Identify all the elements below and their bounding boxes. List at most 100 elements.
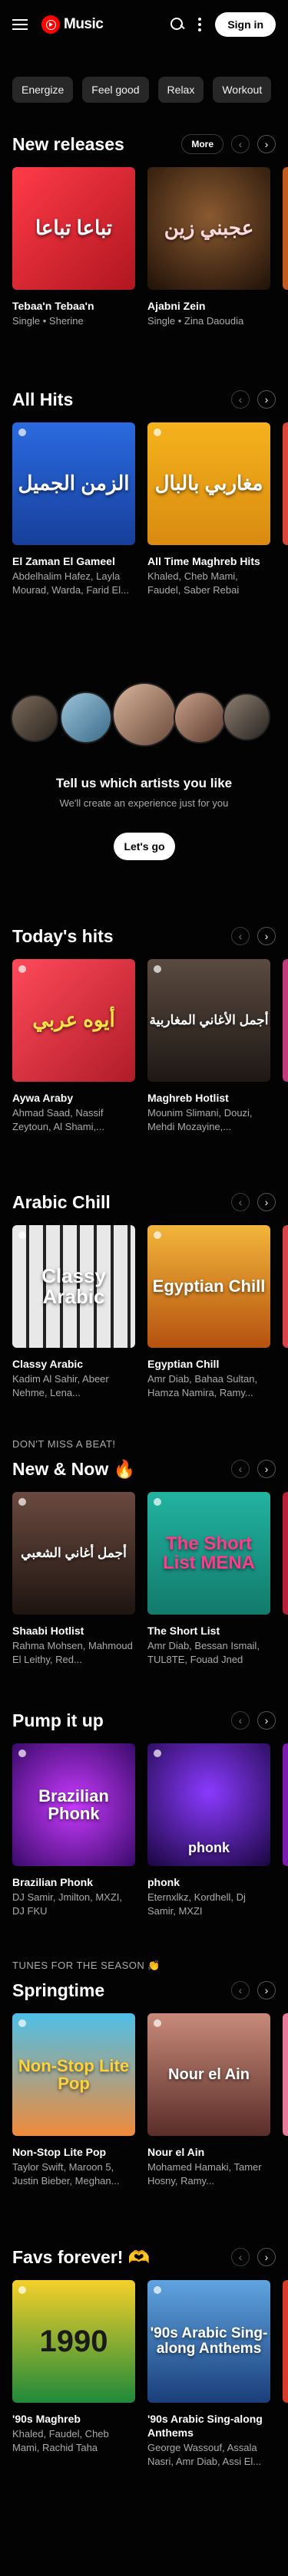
next-arrow-icon[interactable]: › (257, 927, 276, 945)
card-subtitle: Kadim Al Sahir, Abeer Nehme, Lena... (12, 1373, 109, 1398)
next-arrow-icon[interactable]: › (257, 1981, 276, 1999)
shelf-pump-it-up: Pump it up ‹ › Brazilian Phonk Brazilian… (0, 1708, 288, 1917)
prev-arrow-icon[interactable]: ‹ (231, 1193, 250, 1211)
next-arrow-icon[interactable]: › (257, 2248, 276, 2266)
badge-icon (18, 2286, 26, 2294)
artist-avatar[interactable] (174, 692, 226, 744)
badge-icon (154, 965, 161, 973)
playlist-art: أجمل الأغاني المغاربية (147, 959, 270, 1082)
card-title[interactable]: Aywa Araby (12, 1091, 135, 1105)
prev-arrow-icon[interactable]: ‹ (231, 135, 250, 153)
album-art: تباعا تباعا (12, 167, 135, 290)
card-subtitle: Amr Diab, Bessan Ismail, TUL8TE, Fouad J… (147, 1640, 260, 1665)
badge-icon (18, 1498, 26, 1506)
card-title[interactable]: Brazilian Phonk (12, 1875, 135, 1889)
playlist-card[interactable]: الزمن الجميل El Zaman El Gameel Abdelhal… (12, 422, 135, 596)
playlist-card[interactable]: Classy Arabic Classy Arabic Kadim Al Sah… (12, 1225, 135, 1399)
next-arrow-icon[interactable]: › (257, 135, 276, 153)
more-button[interactable]: More (181, 134, 223, 154)
next-card-peek (283, 959, 288, 1082)
card-subtitle: Mounim Slimani, Douzi, Mehdi Mozayine,..… (147, 1107, 253, 1132)
prev-arrow-icon[interactable]: ‹ (231, 1711, 250, 1730)
playlist-art: أيوه عربي (12, 959, 135, 1082)
card-title[interactable]: Ajabni Zein (147, 299, 270, 313)
card-title[interactable]: All Time Maghreb Hits (147, 554, 270, 568)
more-options-icon[interactable] (198, 18, 202, 31)
card-title[interactable]: El Zaman El Gameel (12, 554, 135, 568)
card-subtitle: Khaled, Faudel, Cheb Mami, Rachid Taha (12, 2428, 109, 2453)
card-subtitle: Rahma Mohsen, Mahmoud El Leithy, Red... (12, 1640, 133, 1665)
playlist-art: The Short List MENA (147, 1492, 270, 1615)
artist-avatars (0, 682, 288, 751)
playlist-art: 1990 (12, 2280, 135, 2403)
badge-icon (18, 1750, 26, 1757)
badge-icon (18, 2019, 26, 2027)
app-logo[interactable]: Music (41, 15, 104, 34)
prev-arrow-icon[interactable]: ‹ (231, 927, 250, 945)
next-arrow-icon[interactable]: › (257, 1460, 276, 1478)
card-subtitle: DJ Samir, Jmilton, MXZI, DJ FKU (12, 1891, 123, 1917)
chip-workout[interactable]: Workout (213, 77, 272, 103)
artist-avatar[interactable] (112, 682, 177, 747)
next-arrow-icon[interactable]: › (257, 1193, 276, 1211)
lets-go-button[interactable]: Let's go (114, 833, 175, 860)
shelf-title: New & Now 🔥 (12, 1458, 136, 1479)
prev-arrow-icon[interactable]: ‹ (231, 1981, 250, 1999)
playlist-card[interactable]: 1990 '90s Maghreb Khaled, Faudel, Cheb M… (12, 2280, 135, 2468)
playlist-card[interactable]: phonk phonk Eternxlkz, Kordhell, Dj Sami… (147, 1743, 270, 1917)
playlist-card[interactable]: أجمل الأغاني المغاربية Maghreb Hotlist M… (147, 959, 270, 1133)
prev-arrow-icon[interactable]: ‹ (231, 2248, 250, 2266)
playlist-card[interactable]: Non-Stop Lite Pop Non-Stop Lite Pop Tayl… (12, 2013, 135, 2187)
artist-avatar[interactable] (11, 695, 58, 742)
playlist-card[interactable]: Nour el Ain Nour el Ain Mohamed Hamaki, … (147, 2013, 270, 2187)
card-title[interactable]: Tebaa'n Tebaa'n (12, 299, 135, 313)
chip-energize[interactable]: Energize (12, 77, 74, 103)
badge-icon (154, 1231, 161, 1239)
next-arrow-icon[interactable]: › (257, 390, 276, 409)
card-subtitle: Mohamed Hamaki, Tamer Hosny, Ramy... (147, 2161, 262, 2187)
album-card[interactable]: عجبني زين Ajabni Zein Single • Zina Daou… (147, 167, 270, 328)
album-card[interactable]: تباعا تباعا Tebaa'n Tebaa'n Single • She… (12, 167, 135, 328)
playlist-card[interactable]: أيوه عربي Aywa Araby Ahmad Saad, Nassif … (12, 959, 135, 1133)
badge-icon (18, 1231, 26, 1239)
card-subtitle: Ahmad Saad, Nassif Zeytoun, Al Shami,... (12, 1107, 104, 1132)
prev-arrow-icon[interactable]: ‹ (231, 1460, 250, 1478)
shelf-title: Springtime (12, 1980, 105, 2000)
card-title[interactable]: Nour el Ain (147, 2145, 270, 2159)
card-title[interactable]: '90s Arabic Sing-along Anthems (147, 2412, 270, 2440)
next-card-peek (283, 422, 288, 545)
badge-icon (154, 1498, 161, 1506)
artist-prompt-title: Tell us which artists you like (55, 776, 233, 790)
playlist-card[interactable]: أجمل أغاني الشعبي Shaabi Hotlist Rahma M… (12, 1492, 135, 1666)
next-card-peek (283, 2280, 288, 2403)
next-card-peek (283, 167, 288, 290)
badge-icon (154, 2019, 161, 2027)
app-header: Music Sign in (0, 0, 288, 49)
artist-avatar[interactable] (60, 692, 112, 744)
card-title[interactable]: Non-Stop Lite Pop (12, 2145, 135, 2159)
sign-in-button[interactable]: Sign in (215, 12, 276, 37)
card-title[interactable]: phonk (147, 1875, 270, 1889)
card-title[interactable]: Shaabi Hotlist (12, 1624, 135, 1638)
search-icon[interactable] (170, 18, 184, 31)
playlist-card[interactable]: The Short List MENA The Short List Amr D… (147, 1492, 270, 1666)
card-title[interactable]: Maghreb Hotlist (147, 1091, 270, 1105)
shelf-title: Arabic Chill (12, 1191, 111, 1212)
chip-feel-good[interactable]: Feel good (82, 77, 149, 103)
card-title[interactable]: The Short List (147, 1624, 270, 1638)
playlist-card[interactable]: '90s Arabic Sing-along Anthems '90s Arab… (147, 2280, 270, 2468)
chip-relax[interactable]: Relax (157, 77, 204, 103)
playlist-card[interactable]: Brazilian Phonk Brazilian Phonk DJ Samir… (12, 1743, 135, 1917)
menu-icon[interactable] (12, 19, 28, 30)
playlist-card[interactable]: مغاربي بالبال All Time Maghreb Hits Khal… (147, 422, 270, 596)
card-title[interactable]: Classy Arabic (12, 1357, 135, 1371)
card-title[interactable]: '90s Maghreb (12, 2412, 135, 2426)
artist-avatar[interactable] (223, 693, 270, 741)
shelf-springtime: TUNES FOR THE SEASON 👏 Springtime ‹ › No… (0, 1960, 288, 2187)
shelf-title: New releases (12, 133, 124, 154)
playlist-card[interactable]: Egyptian Chill Egyptian Chill Amr Diab, … (147, 1225, 270, 1399)
prev-arrow-icon[interactable]: ‹ (231, 390, 250, 409)
card-title[interactable]: Egyptian Chill (147, 1357, 270, 1371)
badge-icon (154, 429, 161, 436)
next-arrow-icon[interactable]: › (257, 1711, 276, 1730)
